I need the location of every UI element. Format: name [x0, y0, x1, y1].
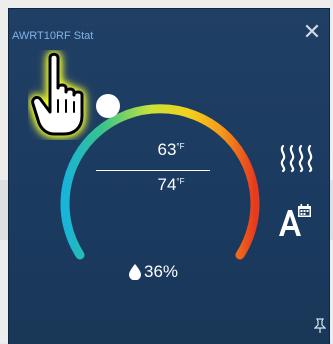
pointer-hand-icon [31, 52, 84, 136]
setpoint-low-value: 74 [157, 175, 177, 194]
water-drop-icon [129, 264, 141, 280]
setpoint-high-value: 63 [157, 140, 177, 159]
setpoint-high[interactable]: 63°F [116, 140, 226, 160]
unit-label: °F [176, 177, 185, 186]
auto-schedule-icon[interactable] [277, 204, 313, 238]
unit-label: °F [176, 142, 185, 151]
heat-waves-icon[interactable] [277, 143, 317, 173]
pin-icon[interactable] [314, 318, 326, 334]
close-icon[interactable]: ✕ [302, 22, 322, 44]
humidity-value: 36% [144, 262, 179, 281]
humidity-readout: 36% [129, 262, 178, 282]
setpoint-low[interactable]: 74°F [116, 175, 226, 195]
device-title: AWRT10RF Stat [12, 30, 94, 42]
setpoint-divider [96, 170, 210, 171]
